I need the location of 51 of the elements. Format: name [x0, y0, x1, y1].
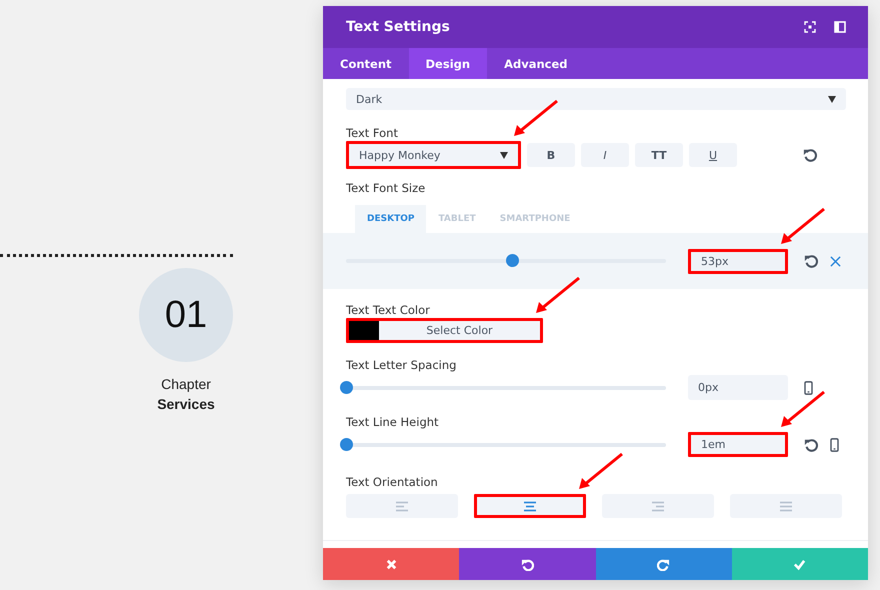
phone-icon[interactable]	[804, 380, 813, 394]
chapter-number: 01	[139, 268, 233, 362]
slider-handle[interactable]	[340, 438, 353, 450]
font-dropdown[interactable]: Happy Monkey	[346, 141, 521, 169]
caps-button[interactable]: TT	[635, 143, 683, 167]
field-label: Text Text Color	[345, 303, 431, 317]
align-center-icon	[524, 500, 536, 512]
chapter-label: Chapter	[161, 376, 211, 392]
reset-icon[interactable]	[804, 438, 818, 452]
annotation-arrow	[780, 390, 826, 428]
annotation-arrow	[578, 452, 624, 490]
field-label: Text Font Size	[345, 181, 426, 195]
value-field[interactable]: 1em	[688, 432, 788, 457]
align-button[interactable]	[474, 494, 586, 518]
italic-button[interactable]: I	[581, 143, 629, 167]
caret-icon	[828, 96, 836, 102]
slider-handle[interactable]	[506, 254, 520, 267]
tab[interactable]: Content	[323, 48, 409, 79]
align-left-icon	[396, 500, 408, 512]
field-label: Text Letter Spacing	[345, 358, 458, 372]
tab[interactable]: Design	[408, 48, 488, 79]
align-justify-icon	[780, 500, 792, 512]
field-label: Text Orientation	[345, 475, 439, 489]
value-field[interactable]: 53px	[688, 248, 788, 274]
field-label: Text Line Height	[345, 415, 440, 429]
select-color-button[interactable]: Select Color	[379, 321, 540, 340]
field-label: Text Font	[345, 126, 399, 140]
fullscreen-icon[interactable]	[804, 21, 816, 33]
annotation-arrow	[513, 99, 559, 137]
bold-button[interactable]: B	[527, 143, 575, 167]
close-icon	[384, 558, 398, 570]
value-field[interactable]: 0px	[688, 375, 788, 400]
undo-icon	[520, 558, 534, 570]
align-right-icon	[652, 500, 664, 512]
caret-icon	[500, 152, 508, 158]
reset-icon[interactable]	[804, 254, 818, 268]
underline-button[interactable]: U	[689, 143, 737, 167]
annotation-arrow	[535, 276, 581, 314]
annotation-arrow	[780, 206, 826, 244]
reset-icon[interactable]	[803, 148, 817, 162]
dropdown[interactable]: Dark	[346, 88, 846, 110]
check-icon	[793, 558, 806, 570]
redo-icon	[657, 558, 670, 570]
phone-icon[interactable]	[830, 438, 839, 452]
color-picker[interactable]: Select Color	[346, 318, 543, 343]
tab[interactable]: Advanced	[487, 48, 585, 79]
modal-title: Text Settings	[346, 19, 451, 35]
slider-handle[interactable]	[340, 380, 353, 394]
sidebar-icon[interactable]	[834, 21, 846, 33]
close-icon[interactable]	[830, 256, 841, 266]
chapter-title: Services	[157, 396, 215, 412]
